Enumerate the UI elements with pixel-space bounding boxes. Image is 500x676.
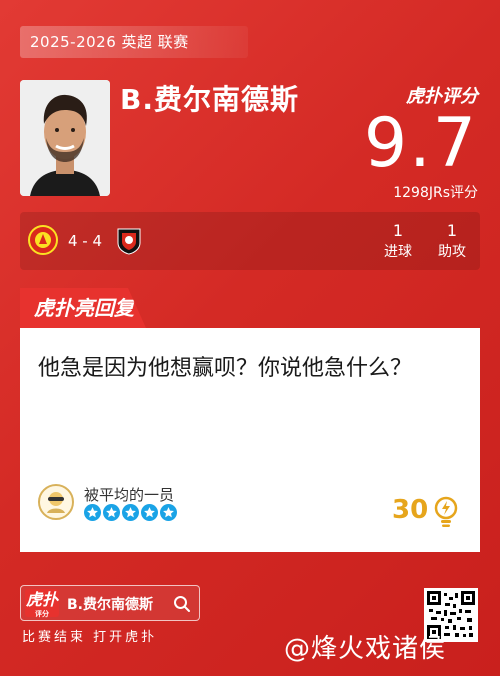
match-score: 4 - 4 (68, 232, 103, 250)
search-player-name: B.费尔南德斯 (67, 597, 153, 613)
sunglasses-avatar-icon (47, 492, 65, 513)
goals-stat: 1 进球 (368, 220, 428, 262)
star-icon (103, 504, 120, 521)
star-icon (84, 504, 101, 521)
rating-count: 1298JRs评分 (393, 185, 478, 201)
star-icon (160, 504, 177, 521)
star-icon (141, 504, 158, 521)
assists-label: 助攻 (438, 244, 466, 260)
logo-text: 虎扑 (25, 590, 58, 609)
user-title: 被平均的一员 (84, 486, 175, 504)
watermark: @烽火戏诸侯 (284, 634, 447, 664)
like-count: 30 (392, 495, 429, 525)
season-label: 2025-2026 英超 联赛 (20, 26, 248, 58)
user-avatar (38, 484, 74, 520)
reply-text: 他急是因为他想赢呗？你说他急什么？ (38, 356, 413, 381)
logo-sub: 评分 (35, 610, 49, 618)
match-summary: 4 - 4 1 进球 1 助攻 (20, 212, 480, 270)
player-photo (20, 80, 110, 196)
player-name: B.费尔南德斯 (120, 83, 299, 116)
assists-stat: 1 助攻 (422, 220, 482, 262)
assists-value: 1 (446, 221, 458, 240)
hupu-logo-icon: 虎扑 评分 (25, 589, 59, 618)
reply-tab: 虎扑亮回复 (20, 288, 146, 328)
reply-card: 他急是因为他想赢呗？你说他急什么？ 被平均的一员 30 (20, 328, 480, 552)
lightbulb-icon[interactable] (433, 496, 459, 528)
goals-value: 1 (392, 221, 404, 240)
search-box[interactable]: 虎扑 评分 B.费尔南德斯 (20, 585, 200, 621)
home-club-badge-icon (28, 225, 58, 255)
search-icon[interactable] (173, 595, 191, 613)
user-rating-stars (84, 504, 177, 521)
goals-label: 进球 (384, 244, 412, 260)
star-icon (122, 504, 139, 521)
open-app-hint: 比赛结束 打开虎扑 (22, 630, 158, 645)
player-portrait-icon (20, 80, 110, 196)
player-score: 9.7 (363, 104, 478, 183)
away-club-badge-icon (117, 228, 141, 255)
